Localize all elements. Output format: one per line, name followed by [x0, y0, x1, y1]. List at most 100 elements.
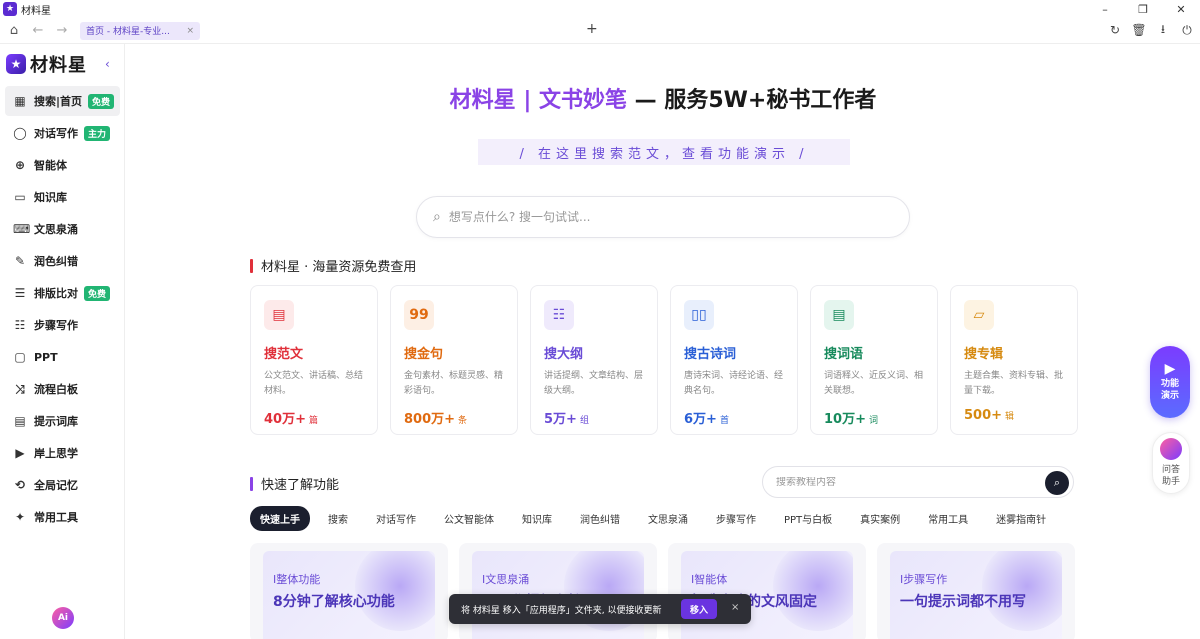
sidebar-item[interactable]: ▭ 知识库 — [5, 182, 120, 212]
sidebar-item[interactable]: ☷ 步骤写作 — [5, 310, 120, 340]
filter-tab[interactable]: 真实案例 — [850, 506, 910, 531]
resource-card-title: 搜专辑 — [964, 347, 1004, 362]
ai-assistant-icon[interactable]: Ai — [52, 607, 74, 629]
back-icon[interactable]: ← — [28, 21, 48, 41]
tutorial-card[interactable]: I文思泉涌AI写作提纲和扩写 — [459, 543, 657, 639]
tutorial-card[interactable]: I整体功能 8分钟了解核心功能 — [250, 543, 448, 639]
grid-icon: ▦ — [14, 94, 26, 108]
align-icon: ☰ — [14, 286, 26, 300]
sidebar-item[interactable]: ⤨ 流程白板 — [5, 374, 120, 404]
resource-card[interactable]: ▤ 搜词语 词语释义、近反义词、相关联想。 10万+ 词 — [810, 285, 938, 435]
resources-section-title: 材料星 · 海量资源免费查用 — [250, 256, 416, 275]
refresh-icon[interactable]: ↻ — [1108, 22, 1122, 38]
resource-card[interactable]: ☷ 搜大纲 讲话提纲、文章结构、层级大纲。 5万+ 组 — [530, 285, 658, 435]
slogan-banner[interactable]: / 在这里搜索范文，查看功能演示 / — [478, 139, 850, 165]
filter-tab[interactable]: 公文智能体 — [434, 506, 504, 531]
sidebar-brand[interactable]: ★ 材料星 ‹ — [0, 44, 124, 84]
app-title: 材料星 — [21, 5, 51, 17]
count-unit: 条 — [458, 416, 468, 426]
power-icon[interactable]: ⏻ — [1180, 22, 1194, 38]
forward-icon[interactable]: → — [52, 21, 72, 41]
sidebar-item[interactable]: ✎ 润色纠错 — [5, 246, 120, 276]
collapse-sidebar-icon[interactable]: ‹ — [105, 57, 110, 71]
tutorial-tag: I文思泉涌 — [482, 573, 530, 586]
filter-tab[interactable]: 润色纠错 — [570, 506, 630, 531]
sidebar-item-label: 提示词库 — [34, 415, 78, 428]
new-tab-button[interactable]: + — [586, 21, 598, 37]
restore-button[interactable]: ❐ — [1124, 0, 1162, 18]
count-unit: 组 — [579, 416, 589, 426]
tab-tools: ↻ 🗑 ⭳ ⏻ — [1108, 22, 1194, 38]
tutorial-search-button[interactable]: ⌕ — [1045, 471, 1069, 495]
tutorial-search-box[interactable]: ⌕ — [762, 466, 1074, 498]
resource-card-icon: ▯▯ — [684, 300, 714, 330]
resource-card-desc: 讲话提纲、文章结构、层级大纲。 — [544, 371, 644, 396]
sidebar-item[interactable]: ⊕ 智能体 — [5, 150, 120, 180]
filter-tab[interactable]: 步骤写作 — [706, 506, 766, 531]
close-window-button[interactable]: ✕ — [1162, 0, 1200, 18]
tutorial-tag: I整体功能 — [273, 573, 321, 586]
filter-tab[interactable]: 快速上手 — [250, 506, 310, 531]
sidebar-item[interactable]: ⌨ 文思泉涌 — [5, 214, 120, 244]
resource-card-desc: 主题合集、资料专辑、批量下载。 — [964, 371, 1064, 396]
resource-card-icon: ▤ — [264, 300, 294, 330]
sidebar: ★ 材料星 ‹ ▦ 搜索|首页 免费 ◯ 对话写作 主力 ⊕ 智能体 ▭ 知识库 ⌨ 文思泉涌 ✎ 润色纠… — [0, 44, 125, 639]
filter-tab[interactable]: 搜索 — [318, 506, 358, 531]
sidebar-item[interactable]: ▤ 提示词库 — [5, 406, 120, 436]
tutorial-search-input[interactable] — [776, 476, 1036, 488]
tutorial-tag: I步骤写作 — [900, 573, 948, 586]
sidebar-item[interactable]: ◯ 对话写作 主力 — [5, 118, 120, 148]
sidebar-item[interactable]: ▶ 岸上思学 — [5, 438, 120, 468]
sidebar-item[interactable]: ▦ 搜索|首页 免费 — [5, 86, 120, 116]
window-titlebar: ★ 材料星 – ❐ ✕ — [0, 0, 1200, 18]
download-icon[interactable]: ⭳ — [1156, 22, 1170, 38]
filter-tab[interactable]: 知识库 — [512, 506, 562, 531]
brand-logo-icon: ★ — [6, 54, 26, 74]
resource-card-title: 搜古诗词 — [684, 347, 737, 362]
sidebar-item-badge: 免费 — [84, 285, 111, 301]
count-value: 800万+ — [404, 412, 456, 427]
tab-close-icon[interactable]: × — [186, 26, 194, 36]
home-icon[interactable]: ⌂ — [4, 21, 24, 41]
main-search-input[interactable] — [448, 210, 849, 224]
sidebar-item-label: PPT — [34, 350, 58, 364]
sidebar-item-badge: 主力 — [84, 125, 111, 141]
filter-tab[interactable]: 文思泉涌 — [638, 506, 698, 531]
feature-demo-line1: 功能 — [1160, 378, 1179, 389]
sidebar-item[interactable]: ⟲ 全局记忆 — [5, 470, 120, 500]
resource-card[interactable]: ▱ 搜专辑 主题合集、资料专辑、批量下载。 500+ 辑 — [950, 285, 1078, 435]
filter-tab[interactable]: 对话写作 — [366, 506, 426, 531]
sidebar-item-label: 文思泉涌 — [34, 223, 78, 236]
brand-name: 材料星 — [30, 55, 87, 76]
tab-home[interactable]: 首页 - 材料星-专业... × — [80, 21, 200, 40]
qa-assistant-button[interactable]: 问答 助手 — [1152, 432, 1190, 494]
filter-tab[interactable]: PPT与白板 — [774, 506, 842, 531]
list-icon: ☷ — [14, 318, 26, 332]
sidebar-item[interactable]: ☰ 排版比对 免费 — [5, 278, 120, 308]
filter-tab[interactable]: 迷雾指南针 — [986, 506, 1056, 531]
resource-card-title: 搜金句 — [404, 347, 444, 362]
count-value: 6万+ — [684, 412, 717, 427]
resource-card-desc: 唐诗宋词、诗经论语、经典名句。 — [684, 371, 784, 396]
resource-cards: ▤ 搜范文 公文范文、讲话稿、总结材料。 40万+ 篇 99 搜金句 金句素材、标题灵感、精彩… — [250, 285, 1078, 435]
resource-card[interactable]: ▤ 搜范文 公文范文、讲话稿、总结材料。 40万+ 篇 — [250, 285, 378, 435]
minimize-button[interactable]: – — [1086, 0, 1124, 18]
section-bar-decoration — [250, 476, 253, 491]
toast-close-icon[interactable]: × — [731, 602, 739, 613]
resource-card[interactable]: 99 搜金句 金句素材、标题灵感、精彩语句。 800万+ 条 — [390, 285, 518, 435]
resource-card[interactable]: ▯▯ 搜古诗词 唐诗宋词、诗经论语、经典名句。 6万+ 首 — [670, 285, 798, 435]
filter-tab[interactable]: 常用工具 — [918, 506, 978, 531]
main-search-box[interactable]: ⌕ — [416, 196, 910, 238]
sidebar-item[interactable]: ▢ PPT — [5, 342, 120, 372]
feature-demo-button[interactable]: ▶ 功能 演示 — [1150, 346, 1190, 418]
trash-icon[interactable]: 🗑 — [1131, 22, 1146, 38]
sidebar-item[interactable]: ✦ 常用工具 — [5, 502, 120, 532]
sidebar-item-label: 步骤写作 — [34, 319, 78, 332]
move-button[interactable]: 移入 — [681, 599, 717, 619]
resource-card-count: 40万+ 篇 — [264, 408, 364, 427]
sidebar-item-label: 流程白板 — [34, 383, 78, 396]
sidebar-item-label: 岸上思学 — [34, 447, 78, 460]
tutorial-card[interactable]: I步骤写作 一句提示词都不用写 — [877, 543, 1075, 639]
flow-icon: ⤨ — [15, 381, 25, 396]
tutorial-card[interactable]: I智能体 打造喜欢的文风固定 — [668, 543, 866, 639]
